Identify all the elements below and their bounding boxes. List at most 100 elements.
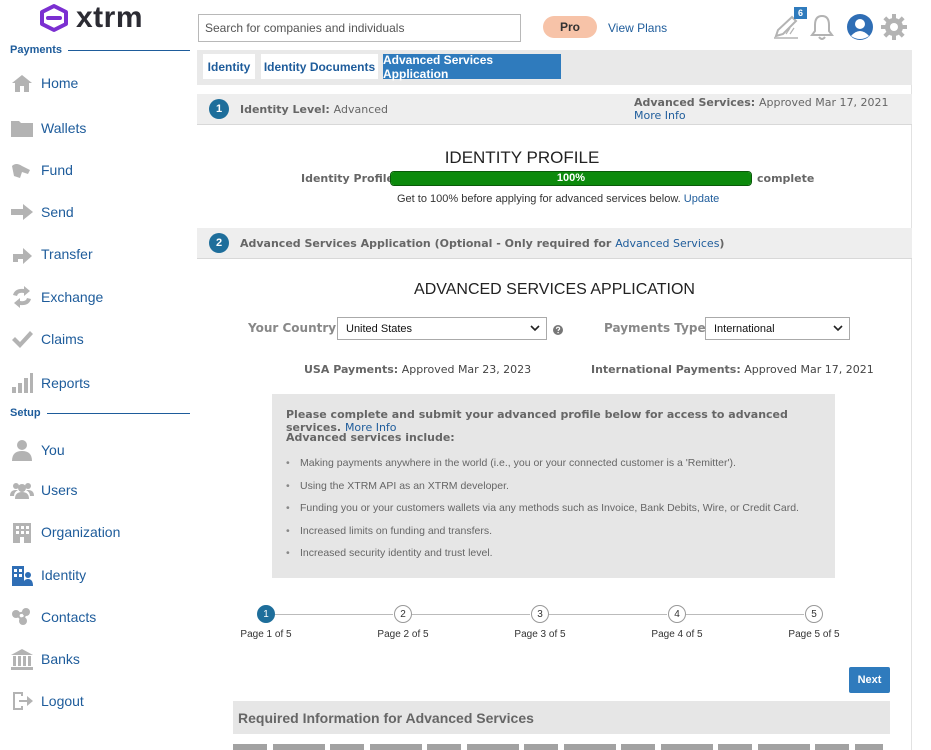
sidebar-item-wallets[interactable]: Wallets: [10, 114, 190, 142]
sidebar-item-send[interactable]: Send: [10, 198, 190, 226]
wizard-step-label: Page 1 of 5: [240, 629, 292, 640]
wizard-step-label: Page 3 of 5: [514, 629, 566, 640]
folder-icon: [10, 116, 34, 140]
payments-type-value: International: [714, 322, 775, 335]
tab-advanced-services-application[interactable]: Advanced Services Application: [383, 53, 561, 81]
wizard-step-4[interactable]: 4: [668, 605, 686, 623]
application-title: ADVANCED SERVICES APPLICATION: [414, 281, 695, 298]
application-bar-text: Advanced Services Application (Optional …: [240, 237, 724, 250]
identity-level-value: Advanced: [333, 102, 389, 116]
sidebar-item-label: Organization: [41, 524, 121, 540]
identity-level: Identity Level: Advanced: [240, 103, 388, 116]
bell-icon[interactable]: [810, 13, 834, 46]
international-payments-label: International Payments:: [591, 363, 741, 376]
transfer-icon: [10, 242, 34, 266]
advanced-services-status: Advanced Services: Approved Mar 17, 2021…: [634, 96, 912, 122]
payments-type-label: Payments Type:: [604, 321, 711, 335]
application-bar-label: Advanced Services Application (Optional …: [240, 236, 612, 250]
step-number-1: 1: [209, 99, 229, 119]
sidebar-item-label: Contacts: [41, 609, 97, 625]
check-icon: [10, 327, 34, 351]
notification-count-badge: 6: [794, 7, 807, 19]
sidebar: xtrm Payments Home Wallets Fund Send Tra…: [0, 0, 196, 750]
list-item: • Using the XTRM API as an XTRM developer…: [286, 479, 509, 492]
sidebar-item-label: You: [41, 442, 65, 458]
sidebar-item-label: Users: [41, 482, 78, 498]
sidebar-item-claims[interactable]: Claims: [10, 325, 190, 353]
sidebar-item-label: Send: [41, 204, 74, 220]
more-info-link[interactable]: More Info: [634, 109, 686, 122]
wizard-step-5[interactable]: 5: [805, 605, 823, 623]
sidebar-item-transfer[interactable]: Transfer: [10, 240, 190, 268]
main-content: Identity Identity Documents Advanced Ser…: [197, 50, 912, 750]
sidebar-item-identity[interactable]: Identity: [10, 561, 190, 589]
wizard-step-1[interactable]: 1: [257, 605, 275, 623]
list-item-text: Using the XTRM API as an XTRM developer.: [300, 479, 509, 492]
sidebar-item-organization[interactable]: Organization: [10, 518, 190, 546]
tab-identity[interactable]: Identity: [203, 54, 255, 79]
avatar-icon[interactable]: [846, 13, 874, 46]
wizard-connector: [412, 614, 530, 615]
required-info-title: Required Information for Advanced Servic…: [238, 710, 534, 726]
search-input[interactable]: [198, 14, 521, 42]
list-item-text: Increased security identity and trust le…: [300, 547, 493, 559]
xtrm-logo[interactable]: xtrm: [38, 2, 143, 34]
payments-type-select[interactable]: International: [705, 317, 850, 340]
sidebar-item-home[interactable]: Home: [10, 69, 190, 97]
question-mark-icon[interactable]: [553, 322, 563, 340]
info-subheading: Advanced services include:: [286, 431, 455, 444]
chevron-down-icon: [530, 323, 540, 336]
view-plans-link[interactable]: View Plans: [608, 21, 667, 35]
sidebar-item-contacts[interactable]: Contacts: [10, 603, 190, 631]
step-number-2: 2: [209, 233, 229, 253]
sidebar-item-label: Banks: [41, 651, 80, 667]
user-icon: [10, 438, 34, 462]
list-item-text: Increased limits on funding and transfer…: [300, 524, 493, 537]
list-item-text: Funding you or your customers wallets vi…: [300, 502, 799, 514]
advanced-services-info-box: Please complete and submit your advanced…: [272, 394, 835, 578]
advanced-services-label: Advanced Services:: [634, 96, 756, 109]
usa-payments-label: USA Payments:: [304, 363, 399, 376]
profile-note-text: Get to 100% before applying for advanced…: [397, 193, 681, 205]
sidebar-item-exchange[interactable]: Exchange: [10, 283, 190, 311]
country-select[interactable]: United States: [337, 317, 547, 340]
home-icon: [10, 71, 34, 95]
tab-identity-documents[interactable]: Identity Documents: [261, 54, 378, 79]
info-list: • Making payments anywhere in the world (…: [286, 457, 799, 570]
exchange-icon: [10, 285, 34, 309]
sidebar-item-users[interactable]: Users: [10, 476, 190, 504]
wizard-step-2[interactable]: 2: [394, 605, 412, 623]
gear-icon[interactable]: [880, 13, 908, 46]
wizard-connector: [686, 614, 804, 615]
sidebar-item-logout[interactable]: Logout: [10, 687, 190, 715]
pro-plan-badge[interactable]: Pro: [543, 16, 597, 38]
identity-profile-title: IDENTITY PROFILE: [444, 148, 600, 167]
users-icon: [10, 478, 34, 502]
identity-profile-label: Identity Profile: [301, 172, 394, 185]
wizard-step-3[interactable]: 3: [531, 605, 549, 623]
section-setup-label: Setup: [10, 407, 41, 419]
advanced-services-link[interactable]: Advanced Services: [615, 237, 719, 250]
application-bar-close: ): [719, 236, 725, 250]
wizard-step-label: Page 2 of 5: [377, 629, 429, 640]
send-arrow-icon: [10, 200, 34, 224]
update-link[interactable]: Update: [684, 193, 719, 205]
sidebar-item-fund[interactable]: Fund: [10, 156, 190, 184]
sidebar-item-reports[interactable]: Reports: [10, 369, 190, 397]
profile-note: Get to 100% before applying for advanced…: [397, 193, 719, 205]
xtrm-logo-icon: [38, 2, 70, 34]
sidebar-item-you[interactable]: You: [10, 436, 190, 464]
sidebar-item-banks[interactable]: Banks: [10, 645, 190, 673]
identity-level-bar: 1 Identity Level: Advanced Advanced Serv…: [197, 94, 912, 125]
list-item-text: Making payments anywhere in the world (i…: [300, 457, 736, 469]
tabs-bar: Identity Identity Documents Advanced Ser…: [197, 50, 912, 85]
identity-icon: [10, 563, 34, 587]
list-item: • Increased security identity and trust l…: [286, 547, 493, 559]
cut-off-text: [233, 744, 883, 750]
fund-icon: [10, 158, 34, 182]
progress-text: 100%: [556, 172, 586, 184]
sidebar-item-label: Transfer: [41, 246, 93, 262]
next-button[interactable]: Next: [849, 667, 890, 693]
chevron-down-icon: [833, 323, 843, 336]
building-icon: [10, 520, 34, 544]
